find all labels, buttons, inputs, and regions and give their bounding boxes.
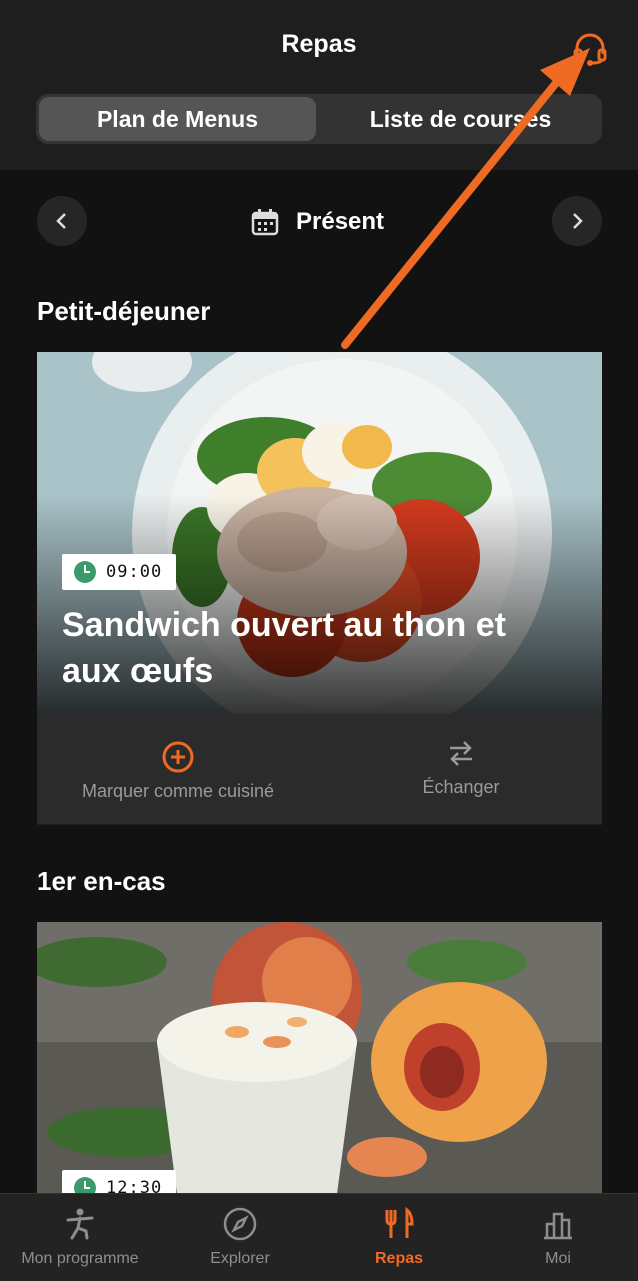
support-headset-icon[interactable] <box>570 30 610 70</box>
fork-knife-icon <box>385 1206 414 1238</box>
calendar-icon <box>251 209 279 236</box>
next-day-button[interactable] <box>552 196 602 246</box>
swap-label: Échanger <box>422 777 500 797</box>
date-navigator: Présent <box>0 196 638 248</box>
date-label: Présent <box>296 208 385 235</box>
tab-moi[interactable]: Moi <box>478 1194 638 1281</box>
segmented-control: Plan de Menus Liste de courses <box>36 94 602 144</box>
meal-time: 09:00 <box>106 562 163 582</box>
tab-explorer[interactable]: Explorer <box>160 1194 320 1281</box>
clock-icon <box>74 561 96 583</box>
tab-label: Moi <box>545 1250 571 1267</box>
page-title: Repas <box>281 30 357 58</box>
chevron-left-icon <box>56 213 66 229</box>
section-title-breakfast: Petit-déjeuner <box>37 296 211 326</box>
section-title-snack: 1er en-cas <box>37 866 166 896</box>
tab-repas[interactable]: Repas <box>319 1194 479 1281</box>
mark-cooked-label: Marquer comme cuisiné <box>81 781 275 801</box>
swap-arrows-icon <box>450 741 472 766</box>
swap-button[interactable]: Échanger <box>320 714 602 824</box>
compass-icon <box>223 1207 257 1241</box>
tab-label: Explorer <box>210 1250 270 1267</box>
mark-cooked-button[interactable]: Marquer comme cuisiné <box>37 714 319 824</box>
meal-card-breakfast[interactable]: 09:00 Sandwich ouvert au thon et aux œuf… <box>37 352 602 825</box>
chart-icon <box>544 1212 572 1240</box>
date-selector[interactable]: Présent <box>250 204 384 240</box>
meal-image-yogurt-peach <box>37 922 602 1194</box>
tab-label: Repas <box>374 1250 424 1267</box>
tab-mon-programme[interactable]: Mon programme <box>0 1194 160 1281</box>
meal-card-snack[interactable]: 12:30 <box>37 922 602 1194</box>
tab-label: Mon programme <box>21 1250 139 1267</box>
bottom-tab-bar: Mon programme Explorer Repas Moi <box>0 1193 638 1281</box>
meal-time-badge: 09:00 <box>62 554 177 590</box>
meal-time-badge: 12:30 <box>62 1170 177 1194</box>
tab-plan-de-menus[interactable]: Plan de Menus <box>39 97 316 141</box>
clock-icon <box>74 1177 96 1194</box>
plus-circle-icon <box>162 741 194 773</box>
workout-icon <box>66 1208 94 1240</box>
meal-time: 12:30 <box>106 1178 163 1194</box>
header: Repas Plan de Menus Liste de courses <box>0 0 638 170</box>
meal-name: Sandwich ouvert au thon et aux œufs <box>62 606 506 690</box>
tab-liste-de-courses[interactable]: Liste de courses <box>322 97 599 141</box>
chevron-right-icon <box>573 213 583 229</box>
previous-day-button[interactable] <box>37 196 87 246</box>
meal-actions: Marquer comme cuisiné Échanger <box>37 714 602 824</box>
